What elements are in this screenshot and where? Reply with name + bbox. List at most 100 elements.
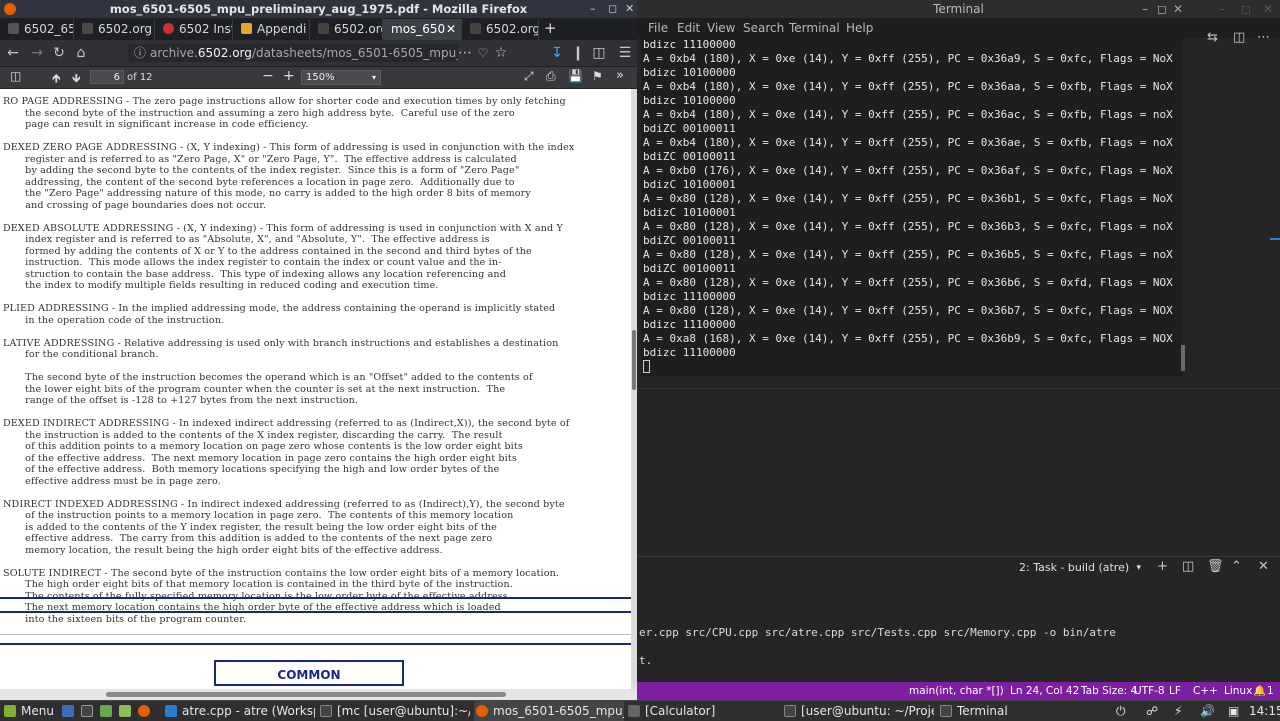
- menu-search[interactable]: Search: [743, 21, 784, 35]
- trash-icon[interactable]: 🗑: [1207, 559, 1224, 574]
- status-position[interactable]: Ln 24, Col 42: [1010, 682, 1079, 700]
- status-os[interactable]: Linux: [1224, 682, 1252, 700]
- split-editor-icon[interactable]: ◫: [1233, 30, 1245, 45]
- sidebar-icon[interactable]: ◫: [590, 44, 608, 62]
- ide-minimize-icon[interactable]: –: [1219, 0, 1225, 18]
- status-encoding[interactable]: UTF-8: [1134, 682, 1165, 700]
- terminal-launcher-icon[interactable]: [81, 701, 98, 721]
- terminal-output[interactable]: bdizc 11100000 A = 0xb4 (180), X = 0xe (…: [641, 38, 1183, 376]
- next-page-icon[interactable]: 🡻: [72, 69, 81, 90]
- chevron-down-icon: ▾: [1136, 563, 1141, 573]
- page-number-input[interactable]: 6: [90, 70, 124, 84]
- bell-icon[interactable]: 🔔: [1253, 682, 1266, 700]
- minimize-icon[interactable]: –: [1142, 0, 1148, 18]
- terminal-titlebar: Terminal – ◻ ✕ – ◻ ✕: [637, 0, 1280, 18]
- volume-icon[interactable]: 🔊: [1200, 701, 1215, 721]
- tab-7[interactable]: 6502.org: [462, 19, 539, 40]
- bookmark-star-icon[interactable]: ☆: [492, 44, 510, 62]
- save-icon[interactable]: 💾: [568, 69, 583, 83]
- home-icon[interactable]: ⌂: [72, 44, 90, 62]
- status-function[interactable]: main(int, char *[]): [909, 682, 1004, 700]
- show-desktop-icon[interactable]: [62, 701, 79, 721]
- zoom-out-icon[interactable]: −: [262, 68, 274, 84]
- update-manager-icon[interactable]: ⚡: [1174, 701, 1182, 721]
- taskbar-window-firefox[interactable]: mos_6501-6505_mpu_...: [474, 701, 624, 721]
- clock[interactable]: 14:15: [1249, 701, 1280, 721]
- new-terminal-icon[interactable]: +: [1157, 559, 1168, 574]
- site-info-icon[interactable]: ⓘ: [134, 44, 146, 62]
- horizontal-scrollbar-thumb[interactable]: [106, 692, 506, 697]
- close-icon[interactable]: ✕: [625, 0, 634, 18]
- library-icon[interactable]: ❙: [569, 44, 587, 62]
- removable-drive-icon[interactable]: ⏻: [1116, 701, 1126, 721]
- maximize-panel-icon[interactable]: ⌃: [1231, 559, 1242, 574]
- reload-icon[interactable]: ↻: [50, 44, 68, 62]
- tools-menu-icon[interactable]: »: [616, 68, 624, 83]
- new-tab-button[interactable]: +: [544, 18, 557, 39]
- menu-terminal[interactable]: Terminal: [789, 21, 840, 35]
- folder-launcher-icon[interactable]: [119, 701, 136, 721]
- terminal-icon: [320, 705, 332, 717]
- files-launcher-icon[interactable]: [100, 701, 117, 721]
- presentation-mode-icon[interactable]: ⤢: [524, 69, 534, 84]
- taskbar-window-terminal[interactable]: Terminal: [940, 701, 1040, 721]
- close-tab-icon[interactable]: ✕: [446, 19, 456, 40]
- tab-5[interactable]: 6502.org: [310, 19, 383, 40]
- back-icon[interactable]: ←: [4, 44, 22, 62]
- tab-2[interactable]: 6502.org • V: [74, 19, 155, 40]
- taskbar-window-vscode[interactable]: atre.cpp - atre (Worksp...: [165, 701, 315, 721]
- bookmark-icon[interactable]: ⚑: [592, 69, 603, 83]
- minimize-icon[interactable]: –: [590, 0, 596, 18]
- page-actions-icon[interactable]: ⋯: [456, 44, 474, 62]
- menu-help[interactable]: Help: [846, 21, 873, 35]
- page-divider: [0, 643, 631, 645]
- hamburger-menu-icon[interactable]: ☰: [616, 44, 634, 62]
- firefox-launcher-icon[interactable]: [138, 701, 155, 721]
- split-terminal-icon[interactable]: ◫: [1182, 559, 1194, 574]
- previous-page-icon[interactable]: 🡹: [52, 69, 61, 90]
- toggle-sidebar-icon[interactable]: ◫: [10, 69, 21, 83]
- downloads-icon[interactable]: ↧: [548, 44, 566, 62]
- pocket-icon[interactable]: ♡: [474, 44, 492, 62]
- forward-icon[interactable]: →: [28, 44, 46, 62]
- build-terminal[interactable]: er.cpp src/CPU.cpp src/atre.cpp src/Test…: [639, 626, 1280, 680]
- zoom-select[interactable]: 150% ▾: [301, 70, 381, 85]
- vertical-scrollbar-thumb[interactable]: [632, 330, 636, 390]
- more-actions-icon[interactable]: ⋯: [1257, 30, 1270, 45]
- ide-maximize-icon[interactable]: ◻: [1241, 0, 1251, 18]
- compare-icon[interactable]: ⇆: [1207, 30, 1218, 45]
- tab-4[interactable]: Appendi: [233, 19, 310, 40]
- menu-edit[interactable]: Edit: [677, 21, 700, 35]
- tab-active-pdf[interactable]: mos_650 ✕: [383, 19, 462, 40]
- terminal-task-select[interactable]: 2: Task - build (atre) ▾: [1019, 560, 1143, 576]
- taskbar-window-calculator[interactable]: [Calculator]: [628, 701, 778, 721]
- favicon-icon: [241, 23, 252, 34]
- url-bar[interactable]: ⓘ archive.6502.org/datasheets/mos_6501-6…: [128, 44, 458, 62]
- taskbar-window-shell[interactable]: [user@ubuntu: ~/Proje...: [784, 701, 934, 721]
- zoom-in-icon[interactable]: +: [283, 68, 295, 84]
- terminal-text: bdizc 11100000 A = 0xb4 (180), X = 0xe (…: [643, 38, 1173, 359]
- shield-icon[interactable]: ☍: [1146, 701, 1158, 721]
- start-menu-button[interactable]: Menu: [4, 701, 54, 721]
- tab-1[interactable]: 6502_65: [0, 19, 74, 40]
- status-eol[interactable]: LF: [1169, 682, 1181, 700]
- menu-file[interactable]: File: [648, 21, 668, 35]
- terminal-scrollbar-thumb[interactable]: [1181, 345, 1185, 371]
- ide-close-icon[interactable]: ✕: [1263, 0, 1273, 18]
- close-panel-icon[interactable]: ✕: [1258, 559, 1269, 574]
- firefox-icon: [476, 705, 488, 717]
- status-tab-size[interactable]: Tab Size: 4: [1081, 682, 1137, 700]
- network-icon[interactable]: ▣: [1228, 701, 1239, 721]
- terminal-icon: [940, 705, 952, 717]
- menu-view[interactable]: View: [707, 21, 735, 35]
- calculator-icon: [628, 705, 640, 717]
- print-icon[interactable]: ⎙: [546, 69, 556, 84]
- notification-count: 1: [1267, 685, 1274, 697]
- maximize-icon[interactable]: ◻: [1157, 0, 1167, 18]
- taskbar-window-mc[interactable]: [mc [user@ubuntu]:~/P...: [320, 701, 470, 721]
- status-language[interactable]: C++: [1193, 682, 1218, 700]
- close-icon[interactable]: ✕: [1173, 0, 1183, 18]
- scroll-marker: [1270, 238, 1280, 240]
- tab-3[interactable]: 6502 Inst: [155, 19, 233, 40]
- maximize-icon[interactable]: ◻: [608, 0, 617, 18]
